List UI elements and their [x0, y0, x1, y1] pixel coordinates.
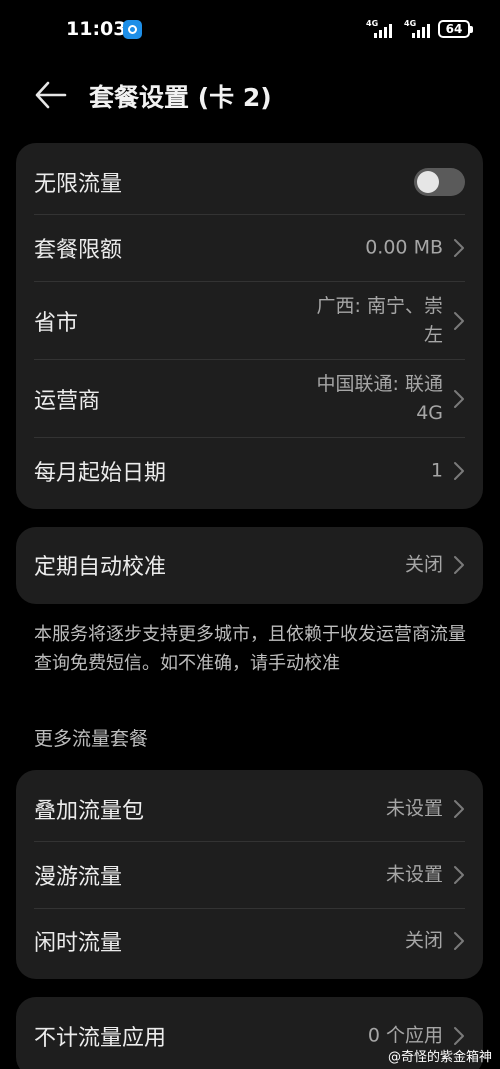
plan-limit-label: 套餐限额: [34, 238, 123, 263]
chevron-right-icon: [454, 312, 464, 330]
carrier-label: 运营商: [34, 389, 101, 414]
monthly-start-date-value: 1: [430, 459, 443, 482]
unmetered-apps-label: 不计流量应用: [34, 1026, 167, 1051]
auto-calibrate-card: 定期自动校准 关闭: [16, 527, 483, 604]
calibration-note: 本服务将逐步支持更多城市，且依赖于收发运营商流量查询免费短信。如不准确，请手动校…: [34, 624, 466, 674]
province-city-label: 省市: [34, 311, 79, 336]
app-notification-icon: [123, 20, 142, 39]
plan-settings-card: 无限流量 套餐限额 0.00 MB 省市 广西: 南宁、崇 左 运营商 中国联通…: [16, 143, 483, 509]
chevron-right-icon: [454, 462, 464, 480]
divider: [34, 359, 465, 360]
page-title: 套餐设置 (卡 2): [89, 83, 272, 112]
chevron-right-icon: [454, 239, 464, 257]
status-time: 11:03: [66, 18, 127, 40]
carrier-value: 中国联通: 联通 4G: [316, 373, 443, 424]
unlimited-data-label: 无限流量: [34, 172, 123, 197]
divider: [34, 437, 465, 438]
idle-time-value: 关闭: [404, 929, 443, 952]
chevron-right-icon: [454, 390, 464, 408]
back-arrow-icon[interactable]: [34, 80, 68, 110]
signal-sim1-icon: 4G: [366, 19, 400, 39]
divider: [34, 281, 465, 282]
chevron-right-icon: [454, 866, 464, 884]
auto-calibrate-label: 定期自动校准: [34, 555, 167, 580]
divider: [34, 841, 465, 842]
idle-time-label: 闲时流量: [34, 931, 123, 956]
signal-sim2-icon: 4G: [404, 19, 438, 39]
addon-package-value: 未设置: [385, 797, 443, 820]
divider: [34, 214, 465, 215]
unlimited-data-toggle[interactable]: [414, 168, 465, 196]
roaming-value: 未设置: [385, 863, 443, 886]
divider: [34, 908, 465, 909]
battery-icon: 64: [438, 20, 473, 38]
plan-limit-value: 0.00 MB: [365, 236, 443, 259]
chevron-right-icon: [454, 800, 464, 818]
chevron-right-icon: [454, 932, 464, 950]
roaming-label: 漫游流量: [34, 865, 123, 890]
more-packages-card: 叠加流量包 未设置 漫游流量 未设置 闲时流量 关闭: [16, 770, 483, 979]
chevron-right-icon: [454, 556, 464, 574]
auto-calibrate-value: 关闭: [404, 553, 443, 576]
watermark: @奇怪的紫金箱神: [387, 1050, 492, 1065]
province-city-value: 广西: 南宁、崇 左: [316, 295, 443, 346]
chevron-right-icon: [454, 1027, 464, 1045]
more-packages-heading: 更多流量套餐: [34, 728, 149, 750]
status-bar: 11:03 4G 4G 64: [0, 0, 500, 60]
monthly-start-date-label: 每月起始日期: [34, 461, 167, 486]
toggle-knob: [417, 171, 439, 193]
addon-package-label: 叠加流量包: [34, 799, 145, 824]
